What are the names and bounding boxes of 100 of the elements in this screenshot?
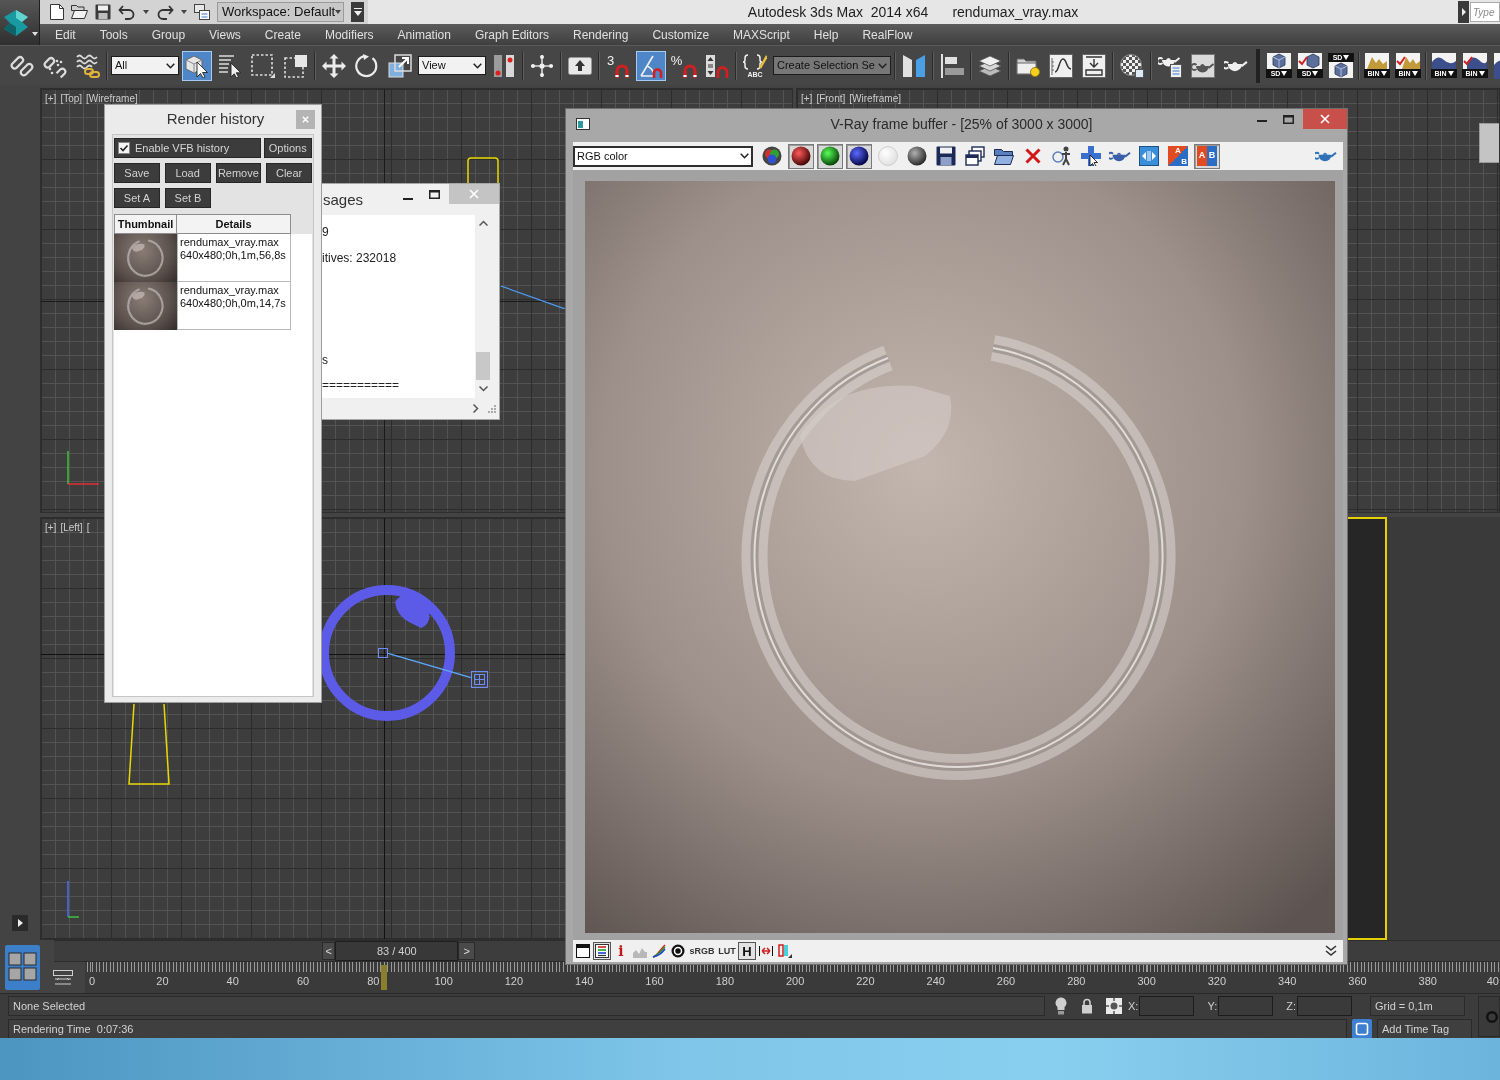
- add-time-tag-button[interactable]: Add Time Tag: [1377, 1019, 1472, 1039]
- track-bar-icon[interactable]: [52, 968, 73, 987]
- frame-tile-icon[interactable]: [1352, 1019, 1372, 1039]
- project-windows-icon[interactable]: [194, 4, 210, 20]
- menu-item[interactable]: Group: [151, 25, 186, 44]
- menu-item[interactable]: Views: [209, 25, 241, 44]
- menu-item[interactable]: Animation: [397, 25, 451, 44]
- toolbar-button[interactable]: [788, 143, 814, 169]
- toolbar-button[interactable]: [669, 942, 687, 960]
- coordinate-field[interactable]: [1218, 996, 1274, 1016]
- coordinate-label: Y:: [1207, 998, 1218, 1014]
- menu-item[interactable]: Modifiers: [324, 25, 374, 44]
- double-chevron-icon[interactable]: [1325, 945, 1337, 957]
- teapot-icon[interactable]: [1315, 150, 1337, 162]
- toolbar-button[interactable]: sRGB: [688, 942, 716, 960]
- chevron-right-icon[interactable]: [473, 404, 479, 413]
- customize-button[interactable]: [351, 2, 364, 22]
- viewport-label[interactable]: [Left]: [60, 520, 83, 535]
- new-file-icon[interactable]: [50, 4, 64, 20]
- application-button[interactable]: [0, 0, 40, 45]
- sphere-icon: [820, 146, 840, 166]
- toolbar-button[interactable]: A B: [1165, 143, 1191, 169]
- curve-icon: [652, 944, 666, 958]
- menu-item[interactable]: RealFlow: [862, 25, 913, 44]
- lens-icon: [671, 944, 685, 958]
- chevron-down-icon[interactable]: [478, 386, 488, 392]
- search-field[interactable]: Type: [1470, 2, 1500, 22]
- panel-button[interactable]: Save: [114, 163, 160, 183]
- workspace-dropdown[interactable]: Workspace: Default: [217, 2, 344, 22]
- viewport-label[interactable]: [Top]: [60, 91, 83, 106]
- viewport-label[interactable]: [Wireframe]: [849, 91, 901, 106]
- menu-item[interactable]: MAXScript: [733, 25, 790, 44]
- toolbar-button[interactable]: [1136, 143, 1162, 169]
- options-button[interactable]: Options: [263, 138, 312, 158]
- toolbar-button[interactable]: i: [612, 942, 630, 960]
- magnet-icon: [615, 63, 630, 78]
- folder-icon[interactable]: [71, 5, 88, 19]
- coordinate-field[interactable]: [1297, 996, 1352, 1016]
- frame-number: 0: [89, 975, 96, 988]
- panel-button[interactable]: Clear: [266, 163, 312, 183]
- redo-arrow-icon[interactable]: [156, 4, 174, 20]
- undo-arrow-icon[interactable]: [118, 4, 136, 20]
- viewport-label[interactable]: [Wireframe]: [86, 91, 138, 106]
- close-button[interactable]: [1303, 109, 1347, 129]
- toolbar-button[interactable]: H: [738, 942, 756, 960]
- panel-button[interactable]: Remove: [215, 163, 262, 183]
- toolbar-button[interactable]: %: [669, 50, 699, 81]
- menu-item[interactable]: Rendering: [573, 25, 629, 44]
- panel-button[interactable]: Set A: [114, 188, 160, 208]
- menu-item[interactable]: Help: [813, 25, 839, 44]
- maximize-icon[interactable]: [429, 190, 440, 199]
- panel-button[interactable]: Load: [164, 163, 211, 183]
- history-toggle[interactable]: Enable VFB history: [114, 138, 261, 158]
- lock-icon[interactable]: [1081, 998, 1093, 1014]
- toolbar-button[interactable]: [962, 143, 988, 169]
- menu-item[interactable]: Tools: [99, 25, 128, 44]
- menu-item[interactable]: Graph Editors: [474, 25, 549, 44]
- scrollbar-thumb[interactable]: [476, 352, 490, 380]
- frame-number: 40: [1486, 975, 1499, 988]
- toolbar-button[interactable]: [817, 143, 843, 169]
- double-arrow-icon: [759, 945, 773, 957]
- menu-item[interactable]: Edit: [55, 25, 76, 44]
- menu-item[interactable]: Create: [264, 25, 301, 44]
- toolbar-button[interactable]: [574, 942, 592, 960]
- toolbar-button[interactable]: [846, 143, 872, 169]
- next-frame-button[interactable]: >: [458, 942, 476, 960]
- lightbulb-icon[interactable]: [1055, 997, 1067, 1015]
- chevron-up-icon[interactable]: [478, 220, 488, 226]
- toolbar-button[interactable]: 3: [603, 50, 633, 81]
- dropdown[interactable]: All: [111, 56, 179, 75]
- toolbar-button[interactable]: [593, 942, 611, 960]
- dropdown[interactable]: View: [418, 56, 486, 75]
- viewport-label[interactable]: [+]: [45, 520, 57, 535]
- dropdown[interactable]: Create Selection Se: [773, 56, 891, 75]
- panel-button[interactable]: Set B: [165, 188, 211, 208]
- file-name: rendumax_vray.max: [952, 2, 1079, 22]
- viewport-layout-icon[interactable]: [5, 945, 40, 990]
- viewport-label[interactable]: [+]: [45, 91, 57, 106]
- frame-number: 320: [1207, 975, 1227, 988]
- toolbar-button[interactable]: [1078, 143, 1104, 169]
- previous-frame-button[interactable]: <: [322, 942, 336, 960]
- viewport-label[interactable]: [: [86, 520, 90, 535]
- checkbox[interactable]: [118, 142, 130, 154]
- viewport-label[interactable]: [Front]: [816, 91, 846, 106]
- menu-item[interactable]: Customize: [652, 25, 710, 44]
- target-square-icon[interactable]: [1106, 998, 1122, 1014]
- caret-icon[interactable]: [181, 10, 187, 14]
- column-header: Details: [177, 214, 291, 234]
- caret-icon[interactable]: [143, 10, 149, 14]
- toolbar-button[interactable]: LUT: [717, 942, 737, 960]
- channel-dropdown[interactable]: RGB color: [573, 145, 753, 167]
- toolbar-button[interactable]: [650, 942, 668, 960]
- coordinate-label: Z:: [1286, 998, 1296, 1014]
- grid-spacing: Grid = 0,1m: [1370, 996, 1465, 1016]
- pivot-square-icon: [378, 648, 388, 658]
- coordinate-field[interactable]: [1139, 996, 1195, 1016]
- toolbar-button[interactable]: A B: [1194, 143, 1220, 169]
- time-slider-thumb[interactable]: 83 / 400: [335, 941, 459, 961]
- viewport-label[interactable]: [+]: [801, 91, 813, 106]
- maximize-icon[interactable]: [1283, 115, 1294, 124]
